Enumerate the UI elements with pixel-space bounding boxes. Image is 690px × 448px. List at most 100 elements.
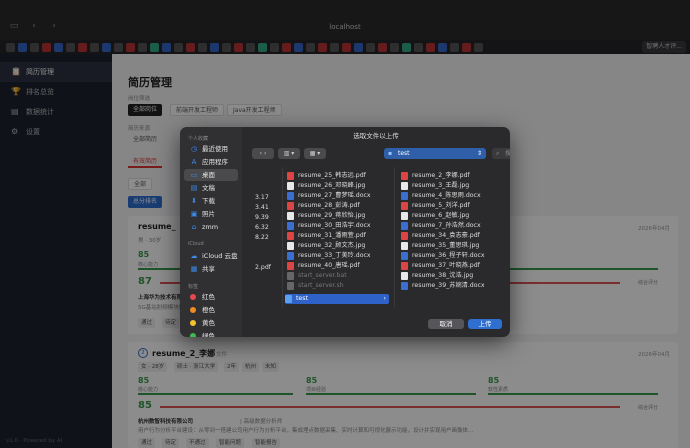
pdf-file-icon bbox=[287, 202, 294, 210]
documents-icon: ▤ bbox=[190, 184, 198, 192]
file-item[interactable]: resume_3_王磊.jpg bbox=[401, 181, 469, 191]
file-name: resume_2_李娜.pdf bbox=[412, 172, 470, 179]
file-item[interactable]: 9.39 bbox=[244, 213, 269, 223]
dialog-title: 选取文件以上传 bbox=[353, 132, 399, 140]
folder-icon: ▪ bbox=[388, 150, 393, 157]
file-item[interactable]: resume_38_沈浩.jpg bbox=[401, 271, 473, 281]
chevron-right-icon: › bbox=[383, 295, 386, 302]
sidebar-item-label: zmm bbox=[202, 223, 219, 231]
pdf-file-icon bbox=[401, 172, 408, 180]
tag-color-dot bbox=[190, 333, 196, 337]
sidebar-item-desktop[interactable]: ▭ 桌面 bbox=[184, 169, 238, 181]
sidebar-item-label: 红色 bbox=[202, 293, 215, 301]
file-name: resume_5_刘洋.pdf bbox=[412, 202, 470, 209]
desktop-icon: ▭ bbox=[190, 171, 198, 179]
file-item[interactable]: 3.17 bbox=[244, 193, 269, 203]
file-item[interactable]: resume_33_丁美玲.docx bbox=[287, 251, 371, 261]
chevron-updown-icon: ⇕ bbox=[476, 150, 482, 157]
file-name: resume_4_陈思雨.docx bbox=[412, 192, 481, 199]
file-item[interactable]: resume_39_苏婉清.docx bbox=[401, 281, 485, 291]
image-file-icon bbox=[287, 212, 294, 220]
recents-icon: ◷ bbox=[190, 145, 198, 153]
file-item[interactable]: resume_29_蒋欣怡.jpg bbox=[287, 211, 365, 221]
file-item[interactable]: 6.32 bbox=[244, 223, 269, 233]
file-item[interactable]: 3.41 bbox=[244, 203, 269, 213]
sidebar-item-shared[interactable]: ▦ 共享 bbox=[184, 263, 238, 275]
folder-icon bbox=[285, 295, 292, 303]
file-name: resume_32_顾文杰.jpg bbox=[298, 242, 366, 249]
file-item[interactable]: resume_36_程子轩.docx bbox=[401, 251, 485, 261]
applications-icon: A bbox=[191, 158, 197, 166]
file-item[interactable]: resume_4_陈思雨.docx bbox=[401, 191, 481, 201]
sidebar-tag-orange[interactable]: 橙色 bbox=[184, 304, 238, 316]
sidebar-item-label: 下载 bbox=[202, 197, 215, 205]
file-name: resume_3_王磊.jpg bbox=[412, 182, 470, 189]
file-item[interactable]: resume_7_孙浩然.docx bbox=[401, 221, 481, 231]
tag-color-dot bbox=[190, 294, 196, 300]
file-name: start_server.bat bbox=[298, 272, 347, 279]
view-mode-icon[interactable]: ▥ ▾ bbox=[278, 148, 300, 159]
back-forward-buttons[interactable]: ‹ › bbox=[252, 148, 274, 159]
search-icon: ⌕ bbox=[496, 150, 500, 157]
sidebar-tag-green[interactable]: 绿色 bbox=[184, 330, 238, 337]
file-name: resume_34_袁志豪.pdf bbox=[412, 232, 480, 239]
file-item[interactable]: resume_26_邓晓峰.jpg bbox=[287, 181, 365, 191]
file-name: resume_25_韩志远.pdf bbox=[298, 172, 366, 179]
file-name: resume_26_邓晓峰.jpg bbox=[298, 182, 366, 189]
sidebar-item-pictures[interactable]: ▣ 照片 bbox=[184, 208, 238, 220]
tags-section-label: 标签 bbox=[188, 284, 199, 290]
file-item[interactable]: resume_30_田浩宇.docx bbox=[287, 221, 371, 231]
pdf-file-icon bbox=[401, 202, 408, 210]
file-item[interactable]: resume_34_袁志豪.pdf bbox=[401, 231, 480, 241]
sidebar-item-icloud-drive[interactable]: ☁ iCloud 云盘 bbox=[184, 250, 238, 262]
sidebar-item-home[interactable]: ⌂ zmm bbox=[184, 221, 238, 233]
favorites-section-label: 个人收藏 bbox=[188, 136, 209, 142]
sidebar-item-applications[interactable]: A 应用程序 bbox=[184, 156, 238, 168]
script-file-icon bbox=[287, 272, 294, 280]
script-file-icon bbox=[287, 282, 294, 290]
file-item[interactable]: resume_40_唐瑶.pdf bbox=[287, 261, 360, 271]
file-item[interactable]: resume_37_叶晓燕.pdf bbox=[401, 261, 480, 271]
file-item[interactable]: resume_6_赵敏.jpg bbox=[401, 211, 469, 221]
file-name: test bbox=[296, 295, 308, 302]
file-item[interactable]: resume_31_潘雨萱.pdf bbox=[287, 231, 366, 241]
file-item[interactable]: 2.pdf bbox=[244, 263, 271, 273]
file-item[interactable]: resume_28_彭涛.pdf bbox=[287, 201, 360, 211]
search-input[interactable]: ⌕ 搜索 bbox=[492, 148, 510, 159]
sidebar-tag-yellow[interactable]: 黄色 bbox=[184, 317, 238, 329]
home-icon: ⌂ bbox=[191, 223, 197, 231]
sidebar-item-label: 绿色 bbox=[202, 332, 215, 337]
file-item[interactable]: resume_27_曹梦瑶.docx bbox=[287, 191, 371, 201]
dialog-toolbar: ‹ › ▥ ▾ ▦ ▾ ▪ test ⇕ ⌕ 搜索 bbox=[242, 145, 510, 161]
file-item[interactable]: 8.22 bbox=[244, 233, 269, 243]
file-item[interactable]: resume_25_韩志远.pdf bbox=[287, 171, 366, 181]
file-name: resume_30_田浩宇.docx bbox=[298, 222, 371, 229]
sidebar-item-label: 共享 bbox=[202, 265, 215, 273]
doc-file-icon bbox=[401, 222, 408, 230]
file-name: resume_33_丁美玲.docx bbox=[298, 252, 371, 259]
file-item[interactable]: resume_32_顾文杰.jpg bbox=[287, 241, 365, 251]
location-select[interactable]: ▪ test ⇕ bbox=[384, 148, 486, 159]
file-name: resume_27_曹梦瑶.docx bbox=[298, 192, 371, 199]
shared-icon: ▦ bbox=[190, 265, 198, 273]
file-item[interactable]: resume_2_李娜.pdf bbox=[401, 171, 470, 181]
pdf-file-icon bbox=[401, 232, 408, 240]
sidebar-item-label: 文稿 bbox=[202, 184, 215, 192]
sidebar-item-label: 橙色 bbox=[202, 306, 215, 314]
file-item[interactable]: resume_35_董思琪.jpg bbox=[401, 241, 479, 251]
tag-color-dot bbox=[190, 307, 196, 313]
cancel-button[interactable]: 取消 bbox=[428, 319, 464, 329]
sidebar-item-recents[interactable]: ◷ 最近使用 bbox=[184, 143, 238, 155]
file-column-1: 3.17 3.41 9.39 6.32 8.22 2.pdf bbox=[242, 167, 282, 307]
file-name: resume_38_沈浩.jpg bbox=[412, 272, 474, 279]
image-file-icon bbox=[401, 212, 408, 220]
sidebar-item-label: 黄色 bbox=[202, 319, 215, 327]
file-item[interactable]: resume_5_刘洋.pdf bbox=[401, 201, 470, 211]
folder-item-selected[interactable]: test › bbox=[285, 294, 389, 304]
upload-button[interactable]: 上传 bbox=[468, 319, 502, 329]
sidebar-item-downloads[interactable]: ⬇ 下载 bbox=[184, 195, 238, 207]
sidebar-item-documents[interactable]: ▤ 文稿 bbox=[184, 182, 238, 194]
group-icon[interactable]: ▦ ▾ bbox=[304, 148, 326, 159]
sidebar-tag-red[interactable]: 红色 bbox=[184, 291, 238, 303]
doc-file-icon bbox=[401, 192, 408, 200]
